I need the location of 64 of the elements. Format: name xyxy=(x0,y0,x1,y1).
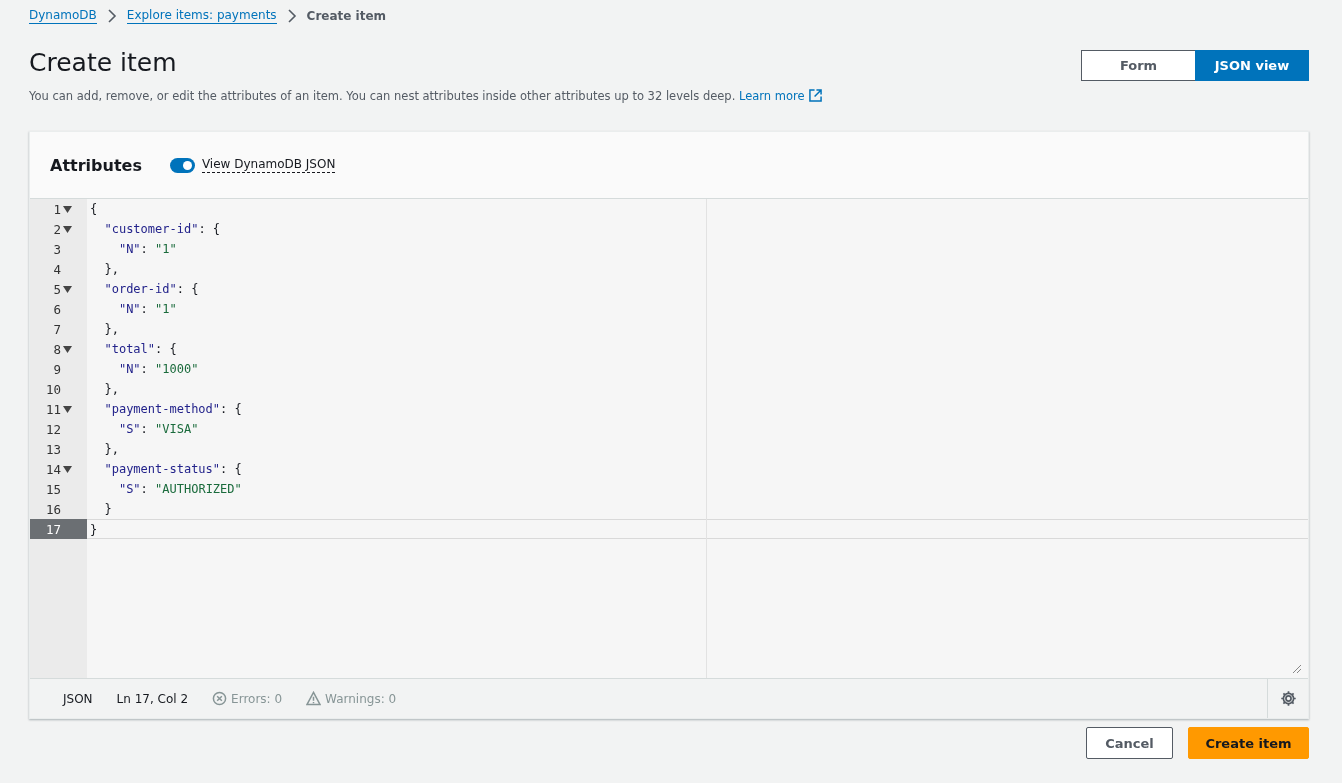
code-line: }, xyxy=(103,261,120,278)
fold-arrow-icon[interactable] xyxy=(63,225,72,233)
line-number: 2 xyxy=(53,221,61,237)
line-number: 5 xyxy=(53,281,61,297)
toggle-switch[interactable] xyxy=(169,157,195,173)
line-number: 6 xyxy=(53,301,61,317)
settings-icon[interactable] xyxy=(1279,690,1297,707)
code-line: }, xyxy=(103,321,120,338)
line-number: 1 xyxy=(53,201,61,217)
code-line: "S": "AUTHORIZED" xyxy=(117,481,243,498)
chevron-icon xyxy=(106,8,117,23)
code-line: "N": "1" xyxy=(117,301,178,318)
page-title: Create item xyxy=(29,47,178,79)
error-count: Errors: 0 xyxy=(231,691,283,706)
fold-arrow-icon[interactable] xyxy=(63,405,72,413)
fold-arrow-icon[interactable] xyxy=(63,465,72,473)
code-line: { xyxy=(89,201,99,218)
line-number: 3 xyxy=(53,241,61,257)
warning-icon xyxy=(306,691,322,706)
line-number: 15 xyxy=(45,481,61,497)
code-line: "payment-status": { xyxy=(103,461,243,478)
view-tab[interactable]: JSON view xyxy=(1195,50,1309,81)
code-line: "total": { xyxy=(103,341,178,358)
code-line: }, xyxy=(103,381,120,398)
line-number: 4 xyxy=(53,261,61,277)
language-label: JSON xyxy=(63,691,93,706)
code-line: "payment-method": { xyxy=(103,401,243,418)
warning-count: Warnings: 0 xyxy=(325,691,397,706)
line-number: 7 xyxy=(53,321,61,337)
code-line: "N": "1000" xyxy=(117,361,200,378)
code-line: "order-id": { xyxy=(103,281,200,298)
error-icon xyxy=(212,691,228,706)
line-number: 11 xyxy=(45,401,61,417)
page-description: You can add, remove, or edit the attributes of an item. You can nest attributes inside other attributes up to 32 levels deep. xyxy=(29,89,736,103)
line-number: 13 xyxy=(45,441,61,457)
resize-grip-icon[interactable] xyxy=(1292,664,1302,674)
line-number: 17 xyxy=(45,521,61,537)
line-number: 10 xyxy=(45,381,61,397)
code-line: "customer-id": { xyxy=(103,221,222,238)
line-number: 9 xyxy=(53,361,61,377)
code-line: }, xyxy=(103,441,120,458)
create-button[interactable]: Create item xyxy=(1188,727,1309,759)
code-line: "S": "VISA" xyxy=(117,421,200,438)
cursor-position: Ln 17, Col 2 xyxy=(116,691,189,706)
code-line: "N": "1" xyxy=(117,241,178,258)
external-link-icon xyxy=(808,89,822,102)
chevron-icon xyxy=(286,8,297,23)
view-tab[interactable]: Form xyxy=(1081,50,1195,81)
breadcrumb-link[interactable]: DynamoDB xyxy=(29,7,97,24)
fold-arrow-icon[interactable] xyxy=(63,285,72,293)
code-line: } xyxy=(89,522,99,539)
line-number: 12 xyxy=(45,421,61,437)
fold-arrow-icon[interactable] xyxy=(63,345,72,353)
cancel-button[interactable]: Cancel xyxy=(1086,727,1173,759)
toggle-label[interactable]: View DynamoDB JSON xyxy=(201,157,336,173)
line-number: 16 xyxy=(45,501,61,517)
fold-arrow-icon[interactable] xyxy=(63,205,72,213)
line-number: 14 xyxy=(45,461,61,477)
line-number: 8 xyxy=(53,341,61,357)
breadcrumb-link[interactable]: Explore items: payments xyxy=(126,7,277,24)
code-line: } xyxy=(103,501,113,518)
breadcrumb-current: Create item xyxy=(306,8,387,23)
attributes-title: Attributes xyxy=(50,155,142,175)
learn-more-link[interactable]: Learn more xyxy=(738,89,822,103)
